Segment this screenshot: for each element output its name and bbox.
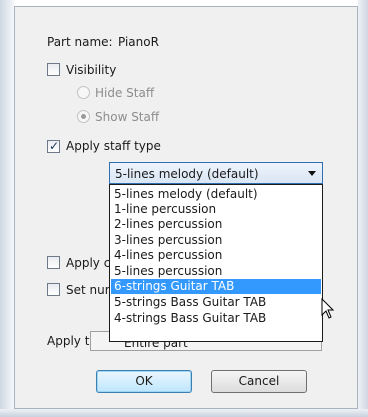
hide-staff-label: Hide Staff bbox=[95, 86, 155, 100]
staff-type-option[interactable]: 5-lines percussion bbox=[111, 264, 321, 279]
show-staff-radio[interactable] bbox=[77, 110, 90, 123]
staff-type-option[interactable]: 4-strings Bass Guitar TAB bbox=[111, 311, 321, 326]
window-frame-right bbox=[358, 0, 368, 417]
staff-settings-dialog: Part name: PianoR Visibility Hide Staff … bbox=[0, 0, 368, 417]
cancel-button[interactable]: Cancel bbox=[211, 370, 307, 393]
chevron-down-icon bbox=[308, 171, 316, 176]
staff-type-option[interactable]: 5-strings Bass Guitar TAB bbox=[111, 295, 321, 310]
staff-type-option[interactable]: 1-line percussion bbox=[111, 202, 321, 217]
staff-type-dropdown-list: 5-lines melody (default) 1-line percussi… bbox=[109, 184, 323, 342]
staff-type-selected-value: 5-lines melody (default) bbox=[115, 167, 259, 181]
apply-staff-type-label: Apply staff type bbox=[66, 139, 161, 153]
window-frame-left bbox=[0, 0, 14, 417]
hide-staff-radio[interactable] bbox=[77, 86, 90, 99]
part-name-label: Part name: bbox=[47, 35, 113, 49]
staff-type-option[interactable]: 3-lines percussion bbox=[111, 233, 321, 248]
part-name-value: PianoR bbox=[118, 35, 159, 49]
ok-button[interactable]: OK bbox=[96, 370, 192, 393]
set-number-checkbox[interactable] bbox=[47, 283, 60, 296]
visibility-label: Visibility bbox=[66, 63, 117, 77]
window-frame-bottom bbox=[0, 409, 368, 417]
staff-type-option[interactable]: 4-lines percussion bbox=[111, 248, 321, 263]
staff-type-option[interactable]: 5-lines melody (default) bbox=[111, 187, 321, 202]
staff-type-option[interactable]: 2-lines percussion bbox=[111, 217, 321, 232]
show-staff-label: Show Staff bbox=[95, 110, 160, 124]
mouse-pointer-icon bbox=[321, 298, 335, 319]
apply-staff-type-checkbox[interactable]: ✓ bbox=[47, 139, 60, 153]
apply-custom-checkbox[interactable] bbox=[47, 256, 60, 269]
staff-type-combobox[interactable]: 5-lines melody (default) bbox=[109, 162, 323, 184]
radio-selected-dot bbox=[81, 114, 86, 119]
checkmark-icon: ✓ bbox=[49, 139, 60, 153]
staff-type-option-highlighted[interactable]: 6-strings Guitar TAB bbox=[111, 279, 321, 294]
visibility-checkbox[interactable] bbox=[47, 63, 60, 76]
